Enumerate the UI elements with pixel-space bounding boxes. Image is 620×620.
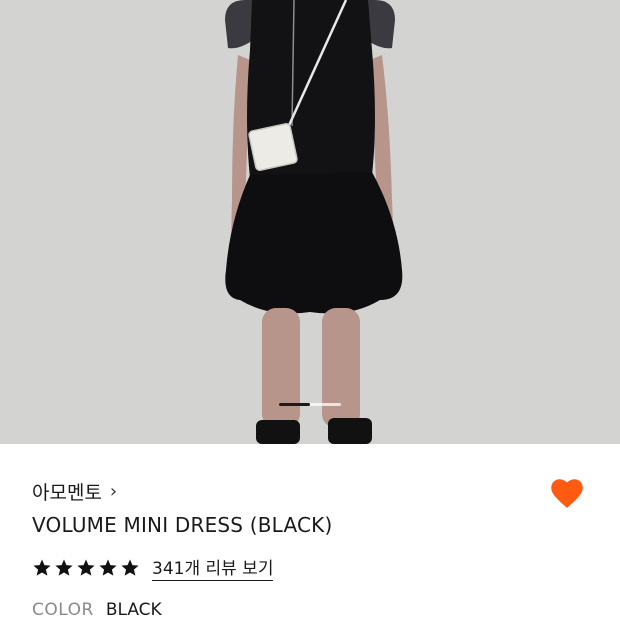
product-title: VOLUME MINI DRESS (BLACK) bbox=[32, 513, 333, 537]
heart-icon[interactable] bbox=[549, 476, 585, 510]
reviews-link[interactable]: 341개 리뷰 보기 bbox=[152, 554, 274, 581]
brand-name: 아모멘토 bbox=[32, 482, 102, 504]
color-value: BLACK bbox=[105, 600, 162, 620]
star-icon bbox=[77, 559, 95, 576]
rating-row: 341개 리뷰 보기 bbox=[32, 554, 274, 581]
image-pager bbox=[279, 403, 341, 406]
product-image[interactable] bbox=[0, 0, 620, 444]
rating-stars bbox=[32, 558, 140, 578]
image-pager-active bbox=[279, 403, 310, 406]
star-icon bbox=[99, 559, 117, 576]
color-row: COLOR BLACK bbox=[32, 600, 162, 620]
product-photo bbox=[0, 0, 620, 444]
star-icon bbox=[55, 559, 73, 576]
star-icon bbox=[121, 559, 139, 576]
chevron-right-icon: › bbox=[109, 481, 118, 502]
star-icon bbox=[33, 559, 51, 576]
brand-link[interactable]: 아모멘토 › bbox=[32, 478, 117, 505]
product-info: 아모멘토 › VOLUME MINI DRESS (BLACK) 341개 리뷰… bbox=[0, 444, 620, 620]
color-label: COLOR bbox=[32, 600, 94, 620]
